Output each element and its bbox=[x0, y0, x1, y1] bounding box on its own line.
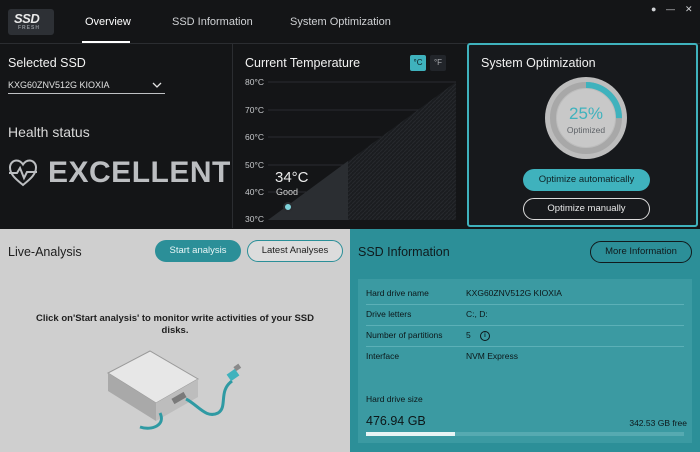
minimize-icon[interactable]: — bbox=[666, 4, 675, 14]
hard-drive-size-label: Hard drive size bbox=[366, 394, 423, 404]
more-information-button[interactable]: More Information bbox=[590, 241, 692, 263]
info-row-divider bbox=[366, 346, 684, 347]
temp-axis-label: 40°C bbox=[245, 187, 264, 197]
settings-dot-icon[interactable]: ● bbox=[651, 4, 656, 14]
selected-ssd-heading: Selected SSD bbox=[8, 56, 86, 70]
hard-drive-size-value: 476.94 GB bbox=[366, 414, 426, 428]
optimize-manually-button[interactable]: Optimize manually bbox=[523, 198, 650, 220]
temp-axis-label: 80°C bbox=[245, 77, 264, 87]
system-optimization-heading: System Optimization bbox=[481, 56, 596, 70]
start-analysis-button[interactable]: Start analysis bbox=[155, 240, 241, 262]
info-row-divider bbox=[366, 304, 684, 305]
info-row-divider bbox=[366, 325, 684, 326]
optimization-status-label: Optimized bbox=[566, 125, 606, 135]
latest-analyses-button[interactable]: Latest Analyses bbox=[247, 240, 343, 262]
unit-celsius-button[interactable]: °C bbox=[410, 55, 426, 71]
heartbeat-icon bbox=[8, 159, 38, 187]
temperature-gauge-chart bbox=[268, 81, 456, 220]
ssd-information-heading: SSD Information bbox=[358, 245, 450, 259]
optimize-automatically-button[interactable]: Optimize automatically bbox=[523, 169, 650, 191]
info-row-value: C:, D: bbox=[466, 309, 488, 319]
tab-overview[interactable]: Overview bbox=[85, 16, 131, 28]
info-row-label: Drive letters bbox=[366, 309, 412, 319]
temp-axis-label: 70°C bbox=[245, 105, 264, 115]
live-analysis-description: Click on'Start analysis' to monitor writ… bbox=[36, 313, 314, 336]
ssd-dropdown[interactable]: KXG60ZNV512G KIOXIA bbox=[8, 78, 165, 94]
close-icon[interactable]: ✕ bbox=[685, 4, 693, 15]
ssd-dropdown-value: KXG60ZNV512G KIOXIA bbox=[8, 80, 110, 90]
external-drive-illustration bbox=[106, 350, 242, 430]
info-row-value: NVM Express bbox=[466, 351, 518, 361]
temp-axis-label: 60°C bbox=[245, 132, 264, 142]
logo-sub-text: FRESH bbox=[18, 25, 40, 31]
unit-fahrenheit-button[interactable]: °F bbox=[430, 55, 446, 71]
health-status-value: EXCELLENT bbox=[48, 156, 231, 189]
info-icon[interactable]: i bbox=[480, 331, 490, 341]
hard-drive-free-space: 342.53 GB free bbox=[629, 418, 687, 428]
temperature-status: Good bbox=[276, 187, 299, 197]
info-row-value: KXG60ZNV512G KIOXIA bbox=[466, 288, 562, 298]
top-navigation-bar: SSD FRESH Overview SSD Information Syste… bbox=[0, 0, 700, 44]
app-logo: SSD FRESH bbox=[8, 9, 54, 35]
temperature-marker bbox=[283, 202, 293, 212]
info-row-value: 5 bbox=[466, 330, 471, 340]
active-tab-indicator bbox=[82, 41, 130, 43]
temp-axis-label: 50°C bbox=[245, 160, 264, 170]
optimization-percent: 25% bbox=[568, 104, 604, 123]
temperature-heading: Current Temperature bbox=[245, 56, 361, 70]
temp-axis-label: 30°C bbox=[245, 214, 264, 224]
live-analysis-heading: Live-Analysis bbox=[8, 245, 82, 259]
info-row-label: Number of partitions bbox=[366, 330, 443, 340]
tab-system-optimization[interactable]: System Optimization bbox=[290, 16, 391, 28]
ssd-fresh-window: SSD FRESH Overview SSD Information Syste… bbox=[0, 0, 700, 452]
info-row-label: Interface bbox=[366, 351, 400, 361]
info-row-label: Hard drive name bbox=[366, 288, 429, 298]
logo-main-text: SSD bbox=[14, 11, 40, 26]
drive-usage-fill bbox=[366, 432, 456, 436]
current-temperature-value: 34°C bbox=[275, 169, 309, 186]
drive-usage-bar bbox=[366, 432, 684, 436]
tab-ssd-information[interactable]: SSD Information bbox=[172, 16, 253, 28]
health-status-heading: Health status bbox=[8, 124, 90, 140]
chevron-down-icon bbox=[152, 82, 162, 88]
